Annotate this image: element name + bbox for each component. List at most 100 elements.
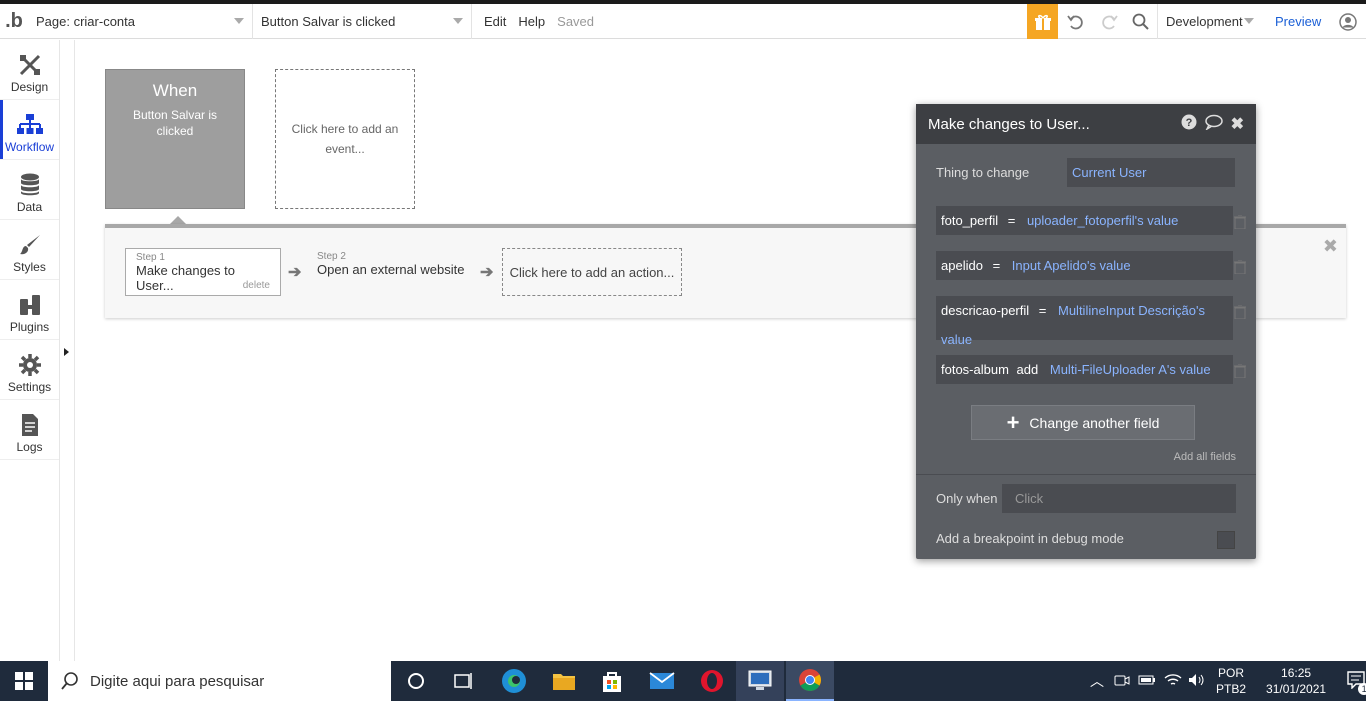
chevron-down-icon: [234, 18, 244, 24]
add-event-button[interactable]: Click here to add an event...: [275, 69, 415, 209]
chrome-browser-icon[interactable]: [786, 661, 834, 701]
arrow-right-icon: ➔: [480, 264, 494, 281]
sidebar-item-label: Plugins: [9, 320, 50, 334]
notification-count: 1: [1358, 682, 1366, 695]
panel-divider: [916, 474, 1256, 475]
step-card[interactable]: Step 1 Make changes to User... delete: [125, 248, 281, 296]
field-operator: =: [1007, 213, 1016, 228]
event-pointer: [170, 216, 186, 224]
account-icon[interactable]: [1333, 4, 1363, 39]
step-number: Step 1: [136, 252, 165, 263]
event-name: Button Salvar is clicked: [132, 108, 218, 138]
field-row[interactable]: fotos-album add Multi-FileUploader A's v…: [936, 355, 1233, 384]
menu-edit[interactable]: Edit: [472, 4, 518, 39]
environment-selector[interactable]: Development: [1157, 3, 1262, 39]
environment-label: Development: [1166, 13, 1243, 29]
keyboard-layout: PTB2: [1216, 682, 1247, 696]
sidebar-item-label: Workflow: [4, 140, 55, 154]
sidebar-item-data[interactable]: Data: [0, 160, 59, 220]
clock-date: 31/01/2021: [1266, 682, 1327, 696]
edge-browser-icon[interactable]: [490, 661, 538, 701]
sidebar-item-styles[interactable]: Styles: [0, 220, 59, 280]
step-label: Open an external website: [317, 262, 465, 277]
wifi-icon[interactable]: [1164, 673, 1182, 690]
speaker-icon[interactable]: [1188, 673, 1206, 690]
opera-browser-icon[interactable]: [688, 661, 736, 701]
close-icon[interactable]: ✖: [1231, 114, 1244, 134]
task-view-icon[interactable]: [440, 661, 488, 701]
meet-now-icon[interactable]: [1114, 672, 1130, 691]
field-name: apelido: [941, 258, 983, 273]
sidebar-item-label: Styles: [13, 260, 46, 274]
search-icon[interactable]: [1126, 4, 1156, 39]
step-delete-link[interactable]: delete: [243, 280, 270, 291]
gear-icon: [18, 354, 41, 376]
cortana-icon[interactable]: [392, 661, 440, 701]
breakpoint-label: Add a breakpoint in debug mode: [936, 531, 1124, 546]
language-indicator[interactable]: POR PTB2: [1216, 665, 1246, 697]
event-selector[interactable]: Button Salvar is clicked: [253, 3, 472, 39]
sidebar-item-design[interactable]: Design: [0, 40, 59, 100]
left-sidebar: Design Workflow Data Styles Plugins Sett…: [0, 40, 60, 661]
language-code: POR: [1218, 666, 1245, 680]
event-selector-label: Button Salvar is clicked: [261, 13, 396, 29]
top-toolbar: .b Page: criar-conta Button Salvar is cl…: [0, 3, 1366, 39]
sidebar-item-label: Logs: [16, 440, 43, 454]
sidebar-item-settings[interactable]: Settings: [0, 340, 59, 400]
sidebar-item-logs[interactable]: Logs: [0, 400, 59, 460]
thing-to-change-field[interactable]: Current User: [1067, 158, 1235, 187]
undo-icon[interactable]: [1061, 4, 1091, 39]
remote-desktop-icon[interactable]: [736, 661, 784, 701]
document-icon: [21, 414, 38, 436]
sidebar-item-label: Data: [16, 200, 43, 214]
svg-text:?: ?: [1185, 117, 1192, 129]
microsoft-store-icon[interactable]: [588, 661, 636, 701]
database-icon: [20, 173, 39, 196]
saved-status: Saved: [557, 13, 595, 29]
field-row[interactable]: foto_perfil = uploader_fotoperfil's valu…: [936, 206, 1233, 235]
battery-icon[interactable]: [1138, 674, 1156, 689]
help-icon[interactable]: ?: [1181, 114, 1197, 134]
event-when-label: When: [152, 81, 198, 100]
comment-icon[interactable]: [1204, 114, 1223, 134]
step-card[interactable]: Step 2 Open an external website: [317, 248, 464, 296]
taskbar-search-input[interactable]: Digite aqui para pesquisar: [48, 661, 391, 701]
sidebar-item-workflow[interactable]: Workflow: [0, 100, 59, 160]
only-when-field[interactable]: Click: [1002, 484, 1236, 513]
panel-header: Make changes to User... ? ✖: [916, 104, 1256, 144]
breakpoint-checkbox[interactable]: [1217, 531, 1235, 549]
plugin-icon: [19, 295, 40, 315]
gift-icon[interactable]: [1027, 4, 1058, 39]
design-icon: [19, 54, 40, 76]
clock[interactable]: 16:25 31/01/2021: [1266, 665, 1326, 697]
expand-arrow-icon[interactable]: [64, 348, 69, 356]
trash-icon[interactable]: [1234, 304, 1246, 322]
bubble-logo[interactable]: .b: [0, 4, 28, 39]
menu-help[interactable]: Help: [518, 4, 557, 39]
field-value: uploader_fotoperfil's value: [1026, 213, 1179, 228]
close-icon[interactable]: ✖: [1323, 236, 1338, 257]
field-row[interactable]: descricao-perfil = MultilineInput Descri…: [936, 296, 1233, 347]
windows-start-icon[interactable]: [0, 661, 48, 701]
field-operator: =: [1038, 303, 1047, 318]
event-card[interactable]: When Button Salvar is clicked: [105, 69, 245, 209]
clock-time: 16:25: [1281, 666, 1312, 680]
field-name: fotos-album: [941, 362, 1009, 377]
change-another-field-button[interactable]: + Change another field: [971, 405, 1195, 440]
trash-icon[interactable]: [1234, 363, 1246, 381]
only-when-label: Only when: [936, 491, 998, 506]
trash-icon[interactable]: [1234, 259, 1246, 277]
preview-link[interactable]: Preview: [1275, 4, 1321, 39]
sidebar-item-plugins[interactable]: Plugins: [0, 280, 59, 340]
page-selector[interactable]: Page: criar-conta: [28, 3, 253, 39]
redo-icon[interactable]: [1094, 4, 1124, 39]
trash-icon[interactable]: [1234, 214, 1246, 232]
add-all-fields-link[interactable]: Add all fields: [1174, 451, 1236, 463]
chevron-down-icon: [1244, 18, 1254, 24]
file-explorer-icon[interactable]: [540, 661, 588, 701]
add-action-button[interactable]: Click here to add an action...: [502, 248, 682, 296]
field-row[interactable]: apelido = Input Apelido's value: [936, 251, 1233, 280]
mail-icon[interactable]: [638, 661, 686, 701]
notification-icon[interactable]: 1: [1346, 670, 1366, 695]
chevron-up-icon[interactable]: ︿: [1090, 671, 1104, 691]
